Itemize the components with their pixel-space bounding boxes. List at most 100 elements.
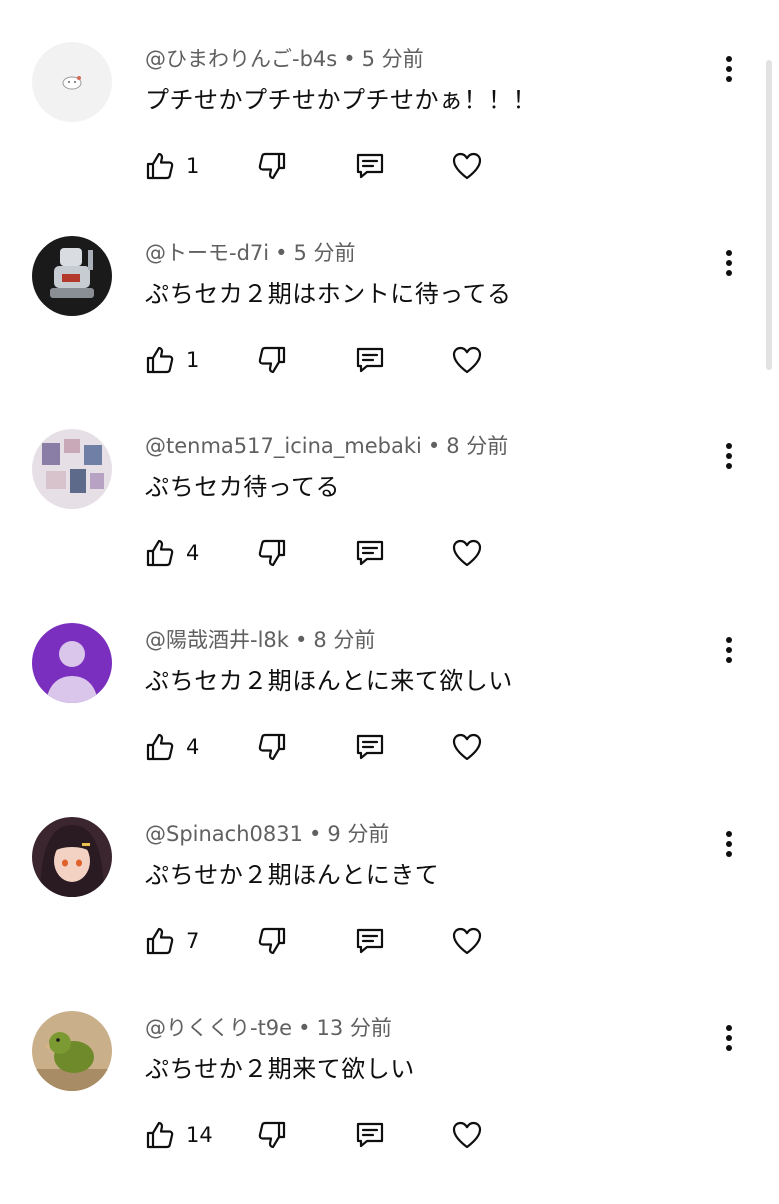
avatar[interactable] [32,1011,112,1091]
avatar[interactable] [32,817,112,897]
comment-author[interactable]: @ひまわりんご-b4s [145,47,337,71]
like-count: 4 [186,735,200,759]
comment-meta: @tenma517_icina_mebaki • 8 分前 [145,430,508,462]
thumbs-up-icon [146,1121,174,1149]
comment-item: @tenma517_icina_mebaki • 8 分前 ぷちセカ待ってる 4 [0,428,779,622]
dislike-button[interactable] [256,1112,288,1158]
like-count: 4 [186,541,200,565]
comment-item: @Spinach0831 • 9 分前 ぷちせか２期ほんとにきて 7 [0,816,779,1010]
comment-author[interactable]: @陽哉酒井-l8k [145,628,289,652]
meta-separator: • [294,628,308,652]
heart-button[interactable] [451,530,483,576]
comment-time: 5 分前 [293,241,356,265]
thumbs-down-icon [258,346,286,374]
comment-author[interactable]: @tenma517_icina_mebaki [145,434,422,458]
comment-actions: 4 [140,724,560,770]
more-options-button[interactable] [714,1020,744,1056]
dislike-button[interactable] [256,724,288,770]
comment-text: プチせかプチせかプチせかぁ！！！ [145,86,537,114]
comment-bubble-icon [356,153,384,179]
comment-item: @陽哉酒井-l8k • 8 分前 ぷちセカ２期ほんとに来て欲しい 4 [0,622,779,816]
comment-time: 8 分前 [313,628,376,652]
heart-icon [452,733,482,761]
like-button[interactable]: 4 [144,530,199,576]
comment-meta: @Spinach0831 • 9 分前 [145,818,389,850]
like-button[interactable]: 1 [144,143,199,189]
reply-button[interactable] [354,530,386,576]
comment-actions: 1 [140,143,560,189]
anime-girl-avatar-icon [32,817,112,897]
meta-separator: • [308,822,322,846]
thumbs-up-icon [146,927,174,955]
avatar[interactable] [32,236,112,316]
comment-meta: @ひまわりんご-b4s • 5 分前 [145,43,424,75]
comment-actions: 14 [140,1112,560,1158]
thumbs-down-icon [258,539,286,567]
more-vert-icon [726,56,732,82]
more-options-button[interactable] [714,51,744,87]
comment-time: 9 分前 [327,822,390,846]
comment-actions: 7 [140,918,560,964]
more-vert-icon [726,250,732,276]
comment-meta: @トーモ-d7i • 5 分前 [145,237,356,269]
reply-button[interactable] [354,724,386,770]
comment-text: ぷちセカ２期ほんとに来て欲しい [145,667,513,695]
comment-bubble-icon [356,1122,384,1148]
photo-collage-avatar-icon [32,429,112,509]
comment-text: ぷちセカ２期はホントに待ってる [145,280,512,308]
thumbs-down-icon [258,152,286,180]
comment-meta: @りくくり-t9e • 13 分前 [145,1012,392,1044]
avatar[interactable] [32,623,112,703]
comment-actions: 4 [140,530,560,576]
comment-text: ぷちせか２期来て欲しい [145,1055,415,1083]
more-vert-icon [726,1025,732,1051]
comment-author[interactable]: @りくくり-t9e [145,1016,292,1040]
dislike-button[interactable] [256,918,288,964]
avatar[interactable] [32,429,112,509]
comment-bubble-icon [356,928,384,954]
like-count: 1 [186,348,200,372]
like-button[interactable]: 14 [144,1112,213,1158]
comment-meta: @陽哉酒井-l8k • 8 分前 [145,624,375,656]
more-options-button[interactable] [714,826,744,862]
comment-bubble-icon [356,540,384,566]
dislike-button[interactable] [256,337,288,383]
heart-button[interactable] [451,337,483,383]
parrot-avatar-icon [32,1011,112,1091]
dislike-button[interactable] [256,143,288,189]
like-button[interactable]: 4 [144,724,199,770]
like-button[interactable]: 7 [144,918,199,964]
thumbs-down-icon [258,733,286,761]
avatar[interactable] [32,42,112,122]
thumbs-up-icon [146,539,174,567]
heart-button[interactable] [451,918,483,964]
more-options-button[interactable] [714,438,744,474]
more-vert-icon [726,831,732,857]
thumbs-up-icon [146,733,174,761]
comment-text: ぷちセカ待ってる [145,473,341,501]
like-button[interactable]: 1 [144,337,199,383]
comment-author[interactable]: @Spinach0831 [145,822,303,846]
comment-author[interactable]: @トーモ-d7i [145,241,269,265]
meta-separator: • [275,241,288,265]
more-vert-icon [726,637,732,663]
reply-button[interactable] [354,337,386,383]
heart-icon [452,1121,482,1149]
reply-button[interactable] [354,1112,386,1158]
meta-separator: • [298,1016,311,1040]
heart-button[interactable] [451,1112,483,1158]
thumbs-up-icon [146,346,174,374]
reply-button[interactable] [354,143,386,189]
default-user-avatar-icon [32,623,112,703]
comment-item: @トーモ-d7i • 5 分前 ぷちセカ２期はホントに待ってる 1 [0,235,779,429]
thumbs-up-icon [146,152,174,180]
more-options-button[interactable] [714,632,744,668]
more-options-button[interactable] [714,245,744,281]
comment-item: @りくくり-t9e • 13 分前 ぷちせか２期来て欲しい 14 [0,1010,779,1204]
heart-icon [452,346,482,374]
dislike-button[interactable] [256,530,288,576]
like-count: 7 [186,929,200,953]
heart-button[interactable] [451,724,483,770]
reply-button[interactable] [354,918,386,964]
heart-button[interactable] [451,143,483,189]
